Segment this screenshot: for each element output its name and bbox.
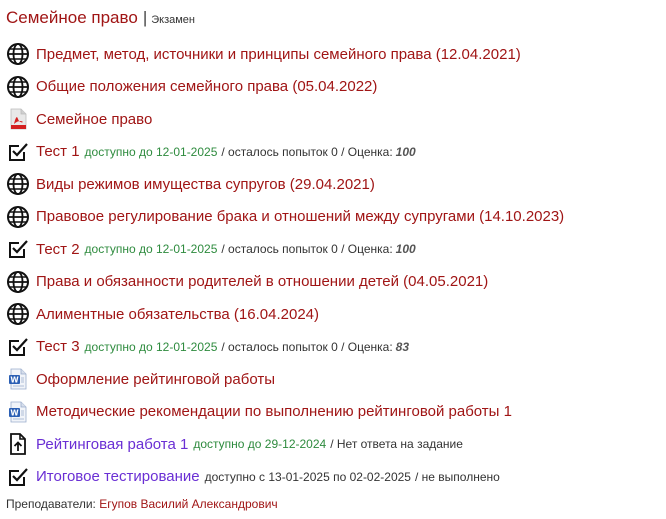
list-item: Права и обязанности родителей в отношени… (6, 266, 666, 299)
availability-date: доступно до 29-12-2024 (193, 437, 327, 452)
teachers-label: Преподаватели: (6, 497, 96, 511)
list-item: Предмет, метод, источники и принципы сем… (6, 38, 666, 71)
availability-period: доступно с 13-01-2025 по 02-02-2025 (204, 469, 411, 484)
word-doc-icon (6, 400, 30, 424)
list-item: Виды режимов имущества супругов (29.04.2… (6, 168, 666, 201)
test-link[interactable]: Тест 2 (36, 241, 80, 258)
pdf-icon (6, 107, 30, 131)
submission-status: / Нет ответа на задание (330, 437, 463, 452)
lecture-link[interactable]: Общие положения семейного права (05.04.2… (36, 78, 377, 95)
list-item: Оформление рейтинговой работы (6, 363, 666, 396)
attempts-info: / осталось попыток 0 / Оценка: (221, 242, 393, 257)
course-title[interactable]: Семейное право (6, 8, 138, 28)
checkbox-icon (6, 237, 30, 261)
list-item: Тест 3 доступно до 12-01-2025 / осталось… (6, 331, 666, 364)
list-item: Тест 1 доступно до 12-01-2025 / осталось… (6, 136, 666, 169)
availability-date: доступно до 12-01-2025 (84, 144, 218, 159)
list-item: Семейное право (6, 103, 666, 136)
list-item: Рейтинговая работа 1 доступно до 29-12-2… (6, 428, 666, 461)
list-item: Общие положения семейного права (05.04.2… (6, 71, 666, 104)
globe-icon (6, 302, 30, 326)
globe-icon (6, 205, 30, 229)
test-score: 100 (395, 242, 416, 257)
materials-list: Предмет, метод, источники и принципы сем… (6, 38, 666, 493)
course-page: Семейное право | Экзамен Предмет, метод,… (0, 0, 666, 511)
lecture-link[interactable]: Предмет, метод, источники и принципы сем… (36, 46, 521, 63)
attempts-info: / осталось попыток 0 / Оценка: (221, 339, 393, 354)
teachers-footer: Преподаватели: Егупов Василий Александро… (6, 497, 666, 511)
test-link[interactable]: Тест 1 (36, 143, 80, 160)
final-test-link[interactable]: Итоговое тестирование (36, 468, 200, 485)
list-item: Правовое регулирование брака и отношений… (6, 201, 666, 234)
exam-label: Экзамен (151, 14, 195, 26)
list-item: Алиментные обязательства (16.04.2024) (6, 298, 666, 331)
document-link[interactable]: Оформление рейтинговой работы (36, 371, 275, 388)
checkbox-icon (6, 465, 30, 489)
globe-icon (6, 172, 30, 196)
word-doc-icon (6, 367, 30, 391)
title-separator: | (142, 8, 148, 27)
lecture-link[interactable]: Виды режимов имущества супругов (29.04.2… (36, 176, 375, 193)
upload-file-icon (6, 432, 30, 456)
pdf-document-link[interactable]: Семейное право (36, 111, 152, 128)
test-score: 83 (395, 339, 410, 354)
assignment-link[interactable]: Рейтинговая работа 1 (36, 436, 188, 453)
availability-date: доступно до 12-01-2025 (84, 242, 218, 257)
lecture-link[interactable]: Правовое регулирование брака и отношений… (36, 208, 564, 225)
test-link[interactable]: Тест 3 (36, 338, 80, 355)
list-item: Тест 2 доступно до 12-01-2025 / осталось… (6, 233, 666, 266)
document-link[interactable]: Методические рекомендации по выполнению … (36, 403, 512, 420)
teacher-link[interactable]: Егупов Василий Александрович (99, 497, 277, 511)
checkbox-icon (6, 335, 30, 359)
globe-icon (6, 42, 30, 66)
globe-icon (6, 270, 30, 294)
availability-date: доступно до 12-01-2025 (84, 339, 218, 354)
attempts-info: / осталось попыток 0 / Оценка: (221, 144, 393, 159)
checkbox-icon (6, 140, 30, 164)
globe-icon (6, 75, 30, 99)
list-item: Итоговое тестирование доступно с 13-01-2… (6, 461, 666, 494)
course-header: Семейное право | Экзамен (6, 8, 666, 38)
test-score: 100 (395, 144, 416, 159)
list-item: Методические рекомендации по выполнению … (6, 396, 666, 429)
lecture-link[interactable]: Алиментные обязательства (16.04.2024) (36, 306, 319, 323)
completion-status: / не выполнено (414, 469, 500, 484)
lecture-link[interactable]: Права и обязанности родителей в отношени… (36, 273, 488, 290)
